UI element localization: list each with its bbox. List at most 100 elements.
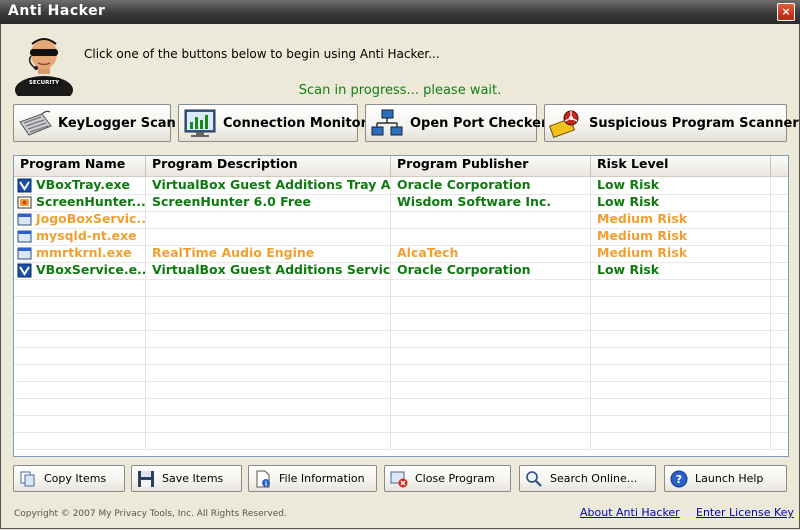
program-list[interactable]: Program Name Program Description Program…	[13, 155, 789, 457]
program-name-text: mysqld-nt.exe	[36, 228, 137, 243]
close-program-icon	[390, 471, 408, 487]
search-online-button[interactable]: Search Online...	[519, 465, 656, 492]
column-header-program-publisher[interactable]: Program Publisher	[391, 156, 591, 176]
column-header-program-description[interactable]: Program Description	[146, 156, 391, 176]
close-program-button[interactable]: Close Program	[384, 465, 511, 492]
program-name-text: JogoBoxServic...	[36, 211, 146, 226]
cell-publisher	[391, 313, 591, 330]
table-row	[14, 313, 788, 331]
suspicious-program-scanner-button[interactable]: Suspicious Program Scanner	[544, 104, 799, 142]
keylogger-scan-button[interactable]: KeyLogger Scan	[13, 104, 176, 142]
table-row	[14, 415, 788, 433]
cell-description	[146, 296, 391, 313]
cell-name: VBoxTray.exe	[14, 177, 146, 194]
copy-icon	[20, 471, 35, 486]
file-information-button[interactable]: i File Information	[248, 465, 377, 492]
table-row[interactable]: mmrtkrnl.exe RealTime Audio Engine AlcaTec…	[14, 245, 788, 263]
cell-publisher	[391, 364, 591, 381]
cell-risk: Low Risk	[591, 262, 771, 279]
program-name-text: VBoxService.e...	[36, 262, 146, 277]
cell-name: mmrtkrnl.exe	[14, 245, 146, 262]
close-window-button[interactable]: ×	[777, 3, 795, 21]
table-row	[14, 347, 788, 365]
cell-description	[146, 228, 391, 245]
cell-description	[146, 313, 391, 330]
cell-name: VBoxService.e...	[14, 262, 146, 279]
toolbar-label: Open Port Checker	[410, 115, 548, 131]
screenhunter-icon	[17, 196, 32, 209]
cell-description	[146, 432, 391, 449]
table-row[interactable]: VBoxTray.exe VirtualBox Guest Additions T…	[14, 177, 788, 195]
svg-text:i: i	[265, 481, 267, 488]
table-row	[14, 381, 788, 399]
cell-description	[146, 381, 391, 398]
cell-name: JogoBoxServic...	[14, 211, 146, 228]
window-title: Anti Hacker	[8, 3, 106, 19]
cell-name	[14, 381, 146, 398]
column-header-risk-level[interactable]: Risk Level	[591, 156, 771, 176]
cell-description	[146, 211, 391, 228]
button-label: Close Program	[415, 472, 495, 485]
list-header: Program Name Program Description Program…	[14, 156, 788, 177]
copyright-text: Copyright © 2007 My Privacy Tools, Inc. …	[14, 509, 287, 519]
table-row[interactable]: ScreenHunter.... ScreenHunter 6.0 Free Wis…	[14, 194, 788, 212]
save-items-button[interactable]: Save Items	[131, 465, 242, 492]
window-app-icon	[17, 213, 32, 226]
cell-description	[146, 279, 391, 296]
toolbar-label: KeyLogger Scan	[58, 115, 176, 131]
cell-name: ScreenHunter....	[14, 194, 146, 211]
cell-description	[146, 398, 391, 415]
cell-name	[14, 279, 146, 296]
cell-risk	[591, 279, 771, 296]
svg-text:?: ?	[676, 473, 682, 486]
cell-publisher	[391, 228, 591, 245]
cell-risk	[591, 432, 771, 449]
cell-description: VirtualBox Guest Additions Service	[146, 262, 391, 279]
button-label: File Information	[279, 472, 365, 485]
cell-name	[14, 364, 146, 381]
table-row[interactable]: JogoBoxServic... Medium Risk	[14, 211, 788, 229]
connection-monitor-button[interactable]: Connection Monitor	[178, 104, 367, 142]
button-label: Copy Items	[44, 472, 107, 485]
cell-name	[14, 313, 146, 330]
table-row	[14, 296, 788, 314]
table-row	[14, 330, 788, 348]
cell-publisher: Oracle Corporation	[391, 262, 591, 279]
open-port-checker-button[interactable]: Open Port Checker	[365, 104, 547, 142]
program-name-text: mmrtkrnl.exe	[36, 245, 132, 260]
toolbar-label: Suspicious Program Scanner	[589, 115, 799, 131]
license-key-link[interactable]: Enter License Key	[696, 506, 794, 519]
cell-publisher	[391, 330, 591, 347]
cell-name	[14, 347, 146, 364]
title-bar: Anti Hacker ×	[0, 0, 800, 24]
toolbar-label: Connection Monitor	[223, 115, 368, 131]
cell-risk	[591, 398, 771, 415]
table-row[interactable]: mysqld-nt.exe Medium Risk	[14, 228, 788, 246]
table-row	[14, 398, 788, 416]
cell-risk: Low Risk	[591, 177, 771, 194]
table-row	[14, 279, 788, 297]
cell-publisher	[391, 211, 591, 228]
table-row[interactable]: VBoxService.e... VirtualBox Guest Additio…	[14, 262, 788, 280]
vbox-icon	[17, 263, 32, 278]
cell-risk	[591, 330, 771, 347]
table-row	[14, 432, 788, 450]
file-info-icon: i	[256, 470, 270, 488]
network-icon	[371, 109, 403, 136]
cell-description: VirtualBox Guest Additions Tray A...	[146, 177, 391, 194]
cell-description	[146, 330, 391, 347]
cell-publisher	[391, 296, 591, 313]
cell-publisher	[391, 398, 591, 415]
launch-help-button[interactable]: ? Launch Help	[664, 465, 787, 492]
copy-items-button[interactable]: Copy Items	[13, 465, 125, 492]
cell-risk	[591, 347, 771, 364]
scan-status-text: Scan in progress... please wait.	[298, 83, 502, 98]
monitor-chart-icon	[184, 109, 216, 137]
about-link[interactable]: About Anti Hacker	[580, 506, 680, 519]
window-app-icon	[17, 230, 32, 243]
button-label: Launch Help	[695, 472, 764, 485]
biohazard-icon	[549, 110, 579, 138]
intro-text: Click one of the buttons below to begin …	[84, 47, 440, 61]
program-name-text: ScreenHunter....	[36, 194, 146, 209]
column-header-program-name[interactable]: Program Name	[14, 156, 146, 176]
